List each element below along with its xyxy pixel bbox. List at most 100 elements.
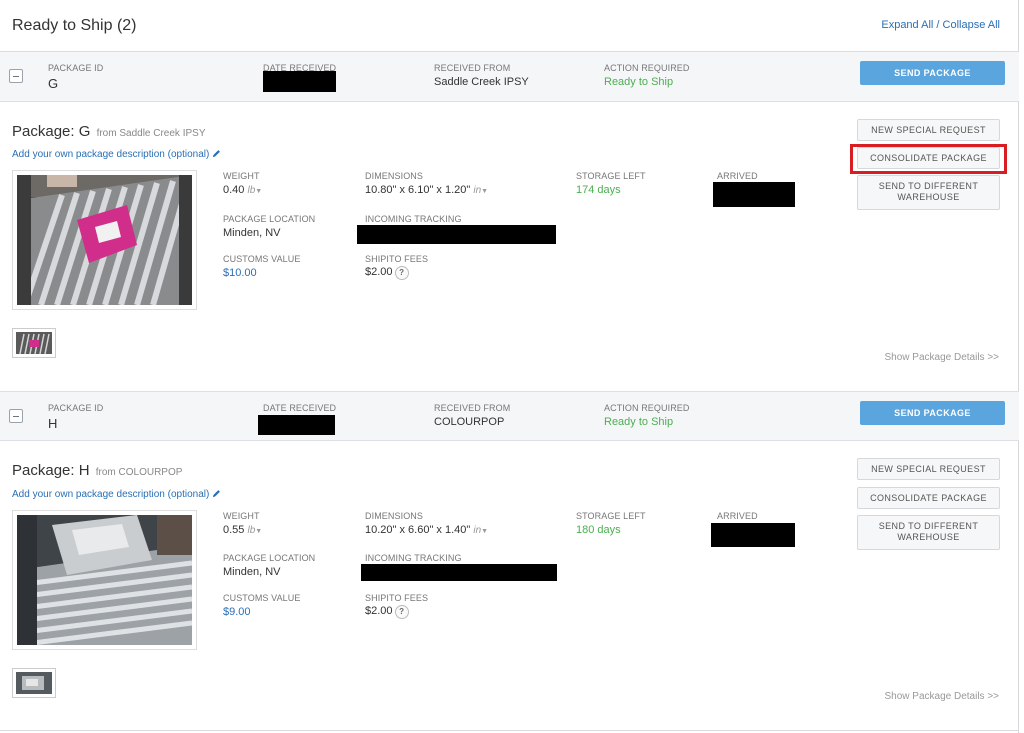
storage-left-label: STORAGE LEFT: [576, 171, 646, 181]
package-title: Package: G from Saddle Creek IPSY: [12, 123, 206, 140]
dimensions-label: DIMENSIONS: [365, 511, 424, 521]
weight-value[interactable]: 0.40 lb▼: [223, 184, 262, 196]
caret-down-icon: ▼: [255, 528, 263, 535]
redacted-arrived: [713, 182, 795, 207]
pencil-icon: [213, 150, 221, 158]
send-to-different-warehouse-button[interactable]: SEND TO DIFFERENT WAREHOUSE: [857, 515, 1000, 550]
package-photo-thumbnail[interactable]: [12, 328, 56, 358]
expand-collapse-links: Expand All / Collapse All: [881, 19, 1000, 31]
consolidate-package-button[interactable]: CONSOLIDATE PACKAGE: [857, 487, 1000, 509]
shipito-fees-label: SHIPITO FEES: [365, 593, 429, 603]
weight-number: 0.55: [223, 524, 245, 536]
help-icon[interactable]: ?: [394, 605, 409, 619]
dimensions-value[interactable]: 10.80" x 6.10" x 1.20" in▼: [365, 184, 488, 196]
redacted-arrived: [711, 523, 795, 547]
dimensions-number: 10.80" x 6.10" x 1.20": [365, 184, 471, 196]
incoming-tracking-label: INCOMING TRACKING: [365, 553, 462, 563]
package-source: from COLOURPOP: [96, 467, 183, 478]
shipito-fees-value: $2.00?: [365, 266, 409, 280]
packages-panel: Ready to Ship (2) Expand All / Collapse …: [0, 0, 1019, 733]
expand-all-link[interactable]: Expand All: [881, 19, 933, 31]
package-photo-image: [17, 175, 192, 305]
thumbnail-image: [16, 672, 52, 694]
dimensions-number: 10.20" x 6.60" x 1.40": [365, 524, 471, 536]
show-package-details-link[interactable]: Show Package Details >>: [884, 691, 999, 702]
package-header-h: PACKAGE ID H DATE RECEIVED RECEIVED FROM…: [0, 391, 1019, 441]
dimensions-unit: in: [473, 185, 482, 196]
customs-value[interactable]: $10.00: [223, 267, 257, 279]
weight-label: WEIGHT: [223, 171, 260, 181]
collapse-all-link[interactable]: Collapse All: [943, 19, 1000, 31]
customs-value[interactable]: $9.00: [223, 606, 251, 618]
arrived-label: ARRIVED: [717, 171, 758, 181]
storage-left-value: 180 days: [576, 524, 621, 536]
redacted-tracking-number: [357, 225, 556, 244]
pencil-icon: [213, 490, 221, 498]
page-title: Ready to Ship (2): [12, 17, 137, 34]
add-description-label: Add your own package description (option…: [12, 149, 210, 160]
send-package-button[interactable]: SEND PACKAGE: [860, 401, 1005, 425]
caret-down-icon: ▼: [481, 528, 489, 535]
package-photo[interactable]: [12, 510, 197, 650]
redacted-tracking-number: [361, 564, 557, 581]
fees-amount: $2.00: [365, 605, 393, 617]
link-separator: /: [933, 19, 943, 31]
package-source: from Saddle Creek IPSY: [97, 128, 206, 139]
redacted-date-received: [263, 71, 336, 92]
package-id-value: H: [48, 416, 58, 431]
thumbnail-image: [16, 332, 52, 354]
collapse-icon[interactable]: [9, 409, 23, 423]
send-to-different-warehouse-button[interactable]: SEND TO DIFFERENT WAREHOUSE: [857, 175, 1000, 210]
package-body-h: Package: H from COLOURPOP Add your own p…: [0, 442, 1019, 730]
package-id-label: PACKAGE ID: [48, 403, 104, 413]
dimensions-label: DIMENSIONS: [365, 171, 424, 181]
package-title-id: H: [78, 462, 90, 479]
storage-left-label: STORAGE LEFT: [576, 511, 646, 521]
package-location-label: PACKAGE LOCATION: [223, 214, 316, 224]
caret-down-icon: ▼: [481, 188, 489, 195]
highlight-box: [850, 144, 1007, 174]
redacted-date-received: [258, 415, 335, 435]
action-required-label: ACTION REQUIRED: [604, 63, 690, 73]
new-special-request-button[interactable]: NEW SPECIAL REQUEST: [857, 119, 1000, 141]
package-title: Package: H from COLOURPOP: [12, 462, 182, 479]
weight-label: WEIGHT: [223, 511, 260, 521]
add-description-link[interactable]: Add your own package description (option…: [12, 489, 221, 500]
add-description-label: Add your own package description (option…: [12, 489, 210, 500]
received-from-label: RECEIVED FROM: [434, 403, 511, 413]
package-location-label: PACKAGE LOCATION: [223, 553, 316, 563]
show-package-details-link[interactable]: Show Package Details >>: [884, 352, 999, 363]
shipito-fees-value: $2.00?: [365, 605, 409, 619]
storage-left-value: 174 days: [576, 184, 621, 196]
customs-value-label: CUSTOMS VALUE: [223, 254, 301, 264]
warehouse-btn-line-2: WAREHOUSE: [897, 532, 960, 542]
warehouse-btn-line-1: SEND TO DIFFERENT: [878, 181, 979, 191]
package-title-id: G: [78, 123, 91, 140]
incoming-tracking-label: INCOMING TRACKING: [365, 214, 462, 224]
help-icon[interactable]: ?: [394, 266, 409, 280]
received-from-value: Saddle Creek IPSY: [434, 76, 529, 88]
bottom-divider: [0, 730, 1019, 731]
received-from-value: COLOURPOP: [434, 416, 505, 428]
collapse-icon[interactable]: [9, 69, 23, 83]
package-photo[interactable]: [12, 170, 197, 310]
action-required-status: Ready to Ship: [604, 76, 674, 88]
add-description-link[interactable]: Add your own package description (option…: [12, 149, 221, 160]
package-location-value: Minden, NV: [223, 566, 281, 578]
warehouse-btn-line-1: SEND TO DIFFERENT: [878, 521, 979, 531]
package-photo-thumbnail[interactable]: [12, 668, 56, 698]
shipito-fees-label: SHIPITO FEES: [365, 254, 429, 264]
package-location-value: Minden, NV: [223, 227, 281, 239]
send-package-button[interactable]: SEND PACKAGE: [860, 61, 1005, 85]
new-special-request-button[interactable]: NEW SPECIAL REQUEST: [857, 458, 1000, 480]
customs-value-label: CUSTOMS VALUE: [223, 593, 301, 603]
package-photo-image: [17, 515, 192, 645]
package-source-name: Saddle Creek IPSY: [119, 128, 206, 139]
fees-amount: $2.00: [365, 266, 393, 278]
package-id-label: PACKAGE ID: [48, 63, 104, 73]
from-prefix: from: [95, 467, 119, 478]
package-title-prefix: Package:: [12, 123, 79, 140]
dimensions-value[interactable]: 10.20" x 6.60" x 1.40" in▼: [365, 524, 488, 536]
caret-down-icon: ▼: [255, 188, 263, 195]
weight-value[interactable]: 0.55 lb▼: [223, 524, 262, 536]
